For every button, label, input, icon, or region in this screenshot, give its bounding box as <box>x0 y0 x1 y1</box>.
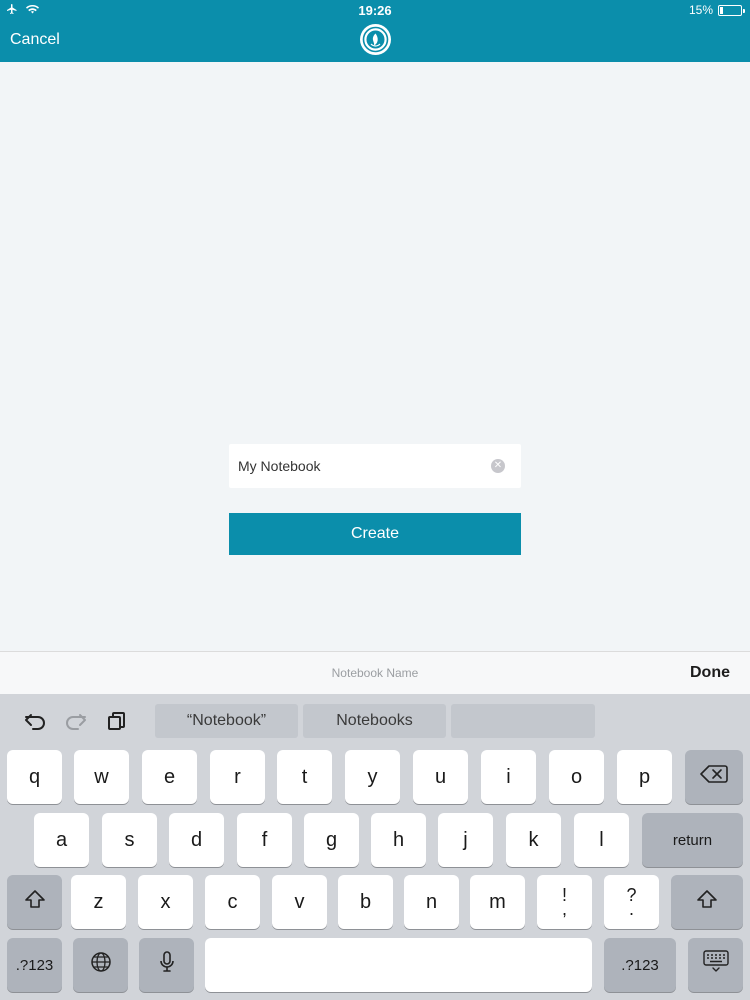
shift-icon <box>696 888 718 916</box>
key-j[interactable]: j <box>438 813 493 867</box>
clear-icon[interactable]: ✕ <box>491 459 505 473</box>
return-key[interactable]: return <box>642 813 743 867</box>
globe-key[interactable] <box>73 938 128 992</box>
key-p[interactable]: p <box>617 750 672 804</box>
battery-fill <box>720 6 723 14</box>
status-time: 19:26 <box>358 3 392 18</box>
key-b[interactable]: b <box>338 875 393 929</box>
key-e[interactable]: e <box>142 750 197 804</box>
status-bar: 19:26 15% <box>0 0 750 20</box>
delete-key[interactable] <box>685 750 743 804</box>
key-question-period[interactable]: ? . <box>604 875 659 929</box>
redo-icon[interactable] <box>63 710 89 732</box>
shift-icon <box>24 888 46 916</box>
key-o[interactable]: o <box>549 750 604 804</box>
key-c[interactable]: c <box>205 875 260 929</box>
shift-key-left[interactable] <box>7 875 62 929</box>
key-t[interactable]: t <box>277 750 332 804</box>
microphone-icon <box>158 950 176 980</box>
globe-icon <box>90 951 112 979</box>
key-z[interactable]: z <box>71 875 126 929</box>
key-q[interactable]: q <box>7 750 62 804</box>
key-l[interactable]: l <box>574 813 629 867</box>
key-i[interactable]: i <box>481 750 536 804</box>
notebook-name-field[interactable]: ✕ <box>229 444 521 488</box>
hide-keyboard-key[interactable] <box>688 938 743 992</box>
battery-percent: 15% <box>688 3 713 17</box>
key-a[interactable]: a <box>34 813 89 867</box>
undo-icon[interactable] <box>22 710 48 732</box>
key-r[interactable]: r <box>210 750 265 804</box>
key-g[interactable]: g <box>304 813 359 867</box>
keyboard-dismiss-icon <box>702 950 729 980</box>
key-n[interactable]: n <box>404 875 459 929</box>
key-f[interactable]: f <box>237 813 292 867</box>
space-key[interactable] <box>205 938 592 992</box>
numbers-key-right[interactable]: .?123 <box>604 938 676 992</box>
status-right: 15% <box>688 3 745 17</box>
key-k[interactable]: k <box>506 813 561 867</box>
done-button[interactable]: Done <box>690 664 730 682</box>
numbers-key-left[interactable]: .?123 <box>7 938 62 992</box>
microphone-key[interactable] <box>139 938 194 992</box>
key-m[interactable]: m <box>470 875 525 929</box>
keyboard: “Notebook” Notebooks q w e r t y u i o p… <box>0 694 750 1000</box>
suggestion-2[interactable]: Notebooks <box>303 704 446 738</box>
shift-key-right[interactable] <box>671 875 743 929</box>
notebook-name-input[interactable] <box>229 444 521 488</box>
app-logo-icon <box>360 24 391 55</box>
punct-bottom: . <box>628 899 634 919</box>
key-h[interactable]: h <box>371 813 426 867</box>
key-w[interactable]: w <box>74 750 129 804</box>
key-x[interactable]: x <box>138 875 193 929</box>
accessory-title: Notebook Name <box>331 666 419 680</box>
key-v[interactable]: v <box>272 875 327 929</box>
delete-icon <box>700 764 728 790</box>
create-button[interactable]: Create <box>229 513 521 555</box>
cancel-button[interactable]: Cancel <box>10 31 60 49</box>
key-y[interactable]: y <box>345 750 400 804</box>
paste-icon[interactable] <box>104 710 130 732</box>
battery-icon <box>718 4 745 16</box>
key-s[interactable]: s <box>102 813 157 867</box>
key-d[interactable]: d <box>169 813 224 867</box>
content-area <box>0 62 750 651</box>
key-exclamation-comma[interactable]: ! , <box>537 875 592 929</box>
input-accessory-bar: Notebook Name Done <box>0 651 750 694</box>
key-u[interactable]: u <box>413 750 468 804</box>
punct-bottom: , <box>561 899 567 919</box>
suggestion-1[interactable]: “Notebook” <box>155 704 298 738</box>
suggestion-3[interactable] <box>451 704 595 738</box>
top-bar: 19:26 15% Cancel <box>0 0 750 62</box>
